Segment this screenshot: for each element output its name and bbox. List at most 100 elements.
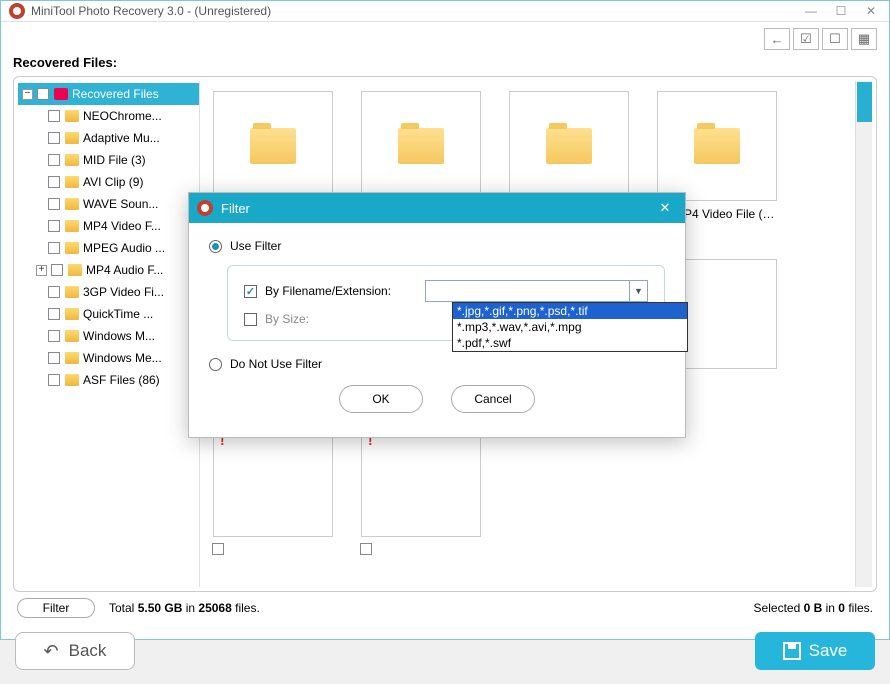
by-filename-checkbox[interactable] — [244, 285, 257, 298]
maximize-button[interactable]: ☐ — [827, 1, 855, 21]
tree-item[interactable]: AVI Clip (9) — [18, 171, 199, 193]
save-label: Save — [809, 641, 848, 661]
dropdown-option[interactable]: *.mp3,*.wav,*.avi,*.mpg — [453, 319, 687, 335]
collapse-icon[interactable]: − — [22, 89, 33, 100]
check-tool-button[interactable]: ☑ — [793, 28, 819, 50]
tree-checkbox[interactable] — [48, 220, 60, 232]
chevron-down-icon[interactable]: ▼ — [629, 281, 647, 301]
titlebar: MiniTool Photo Recovery 3.0 - (Unregiste… — [1, 1, 889, 22]
tree-checkbox[interactable] — [51, 264, 63, 276]
folder-icon — [65, 374, 79, 386]
tree-checkbox[interactable] — [48, 374, 60, 386]
tree-checkbox[interactable] — [48, 286, 60, 298]
tree-checkbox[interactable] — [48, 176, 60, 188]
folder-icon — [65, 220, 79, 232]
thumbnail-box — [213, 91, 333, 201]
folder-icon — [65, 176, 79, 188]
thumbnail-item[interactable]: ! — [206, 427, 340, 577]
tree-checkbox[interactable] — [37, 88, 49, 100]
use-filter-label: Use Filter — [230, 239, 281, 253]
view-tool-button[interactable]: ▦ — [851, 28, 877, 50]
thumbnail-box — [509, 91, 629, 201]
thumbnail-box: ! — [213, 427, 333, 537]
tree-checkbox[interactable] — [48, 154, 60, 166]
tree-item[interactable]: Windows M... — [18, 325, 199, 347]
dialog-icon — [197, 200, 213, 216]
tree-item[interactable]: Adaptive Mu... — [18, 127, 199, 149]
ok-button[interactable]: OK — [339, 385, 423, 413]
expand-icon[interactable]: + — [36, 265, 47, 276]
recovered-label: Recovered Files: — [13, 55, 117, 70]
tree-item[interactable]: MID File (3) — [18, 149, 199, 171]
cancel-button[interactable]: Cancel — [451, 385, 535, 413]
close-button[interactable]: ✕ — [857, 1, 885, 21]
tree-item-label: Windows Me... — [83, 351, 162, 365]
tree-root[interactable]: − Recovered Files — [18, 83, 199, 105]
footer: ↶ Back Save — [1, 624, 889, 684]
tree-item[interactable]: 3GP Video Fi... — [18, 281, 199, 303]
tree-checkbox[interactable] — [48, 242, 60, 254]
folder-icon — [65, 352, 79, 364]
recovered-icon — [54, 88, 68, 100]
dropdown-option[interactable]: *.jpg,*.gif,*.png,*.psd,*.tif — [453, 303, 687, 319]
tree-checkbox[interactable] — [48, 198, 60, 210]
filter-dialog: Filter ✕ Use Filter By Filename/Extensio… — [188, 192, 686, 438]
folder-icon — [65, 198, 79, 210]
status-selected: Selected 0 B in 0 files. — [754, 601, 873, 615]
toolbar: ← ☑ ☐ ▦ — [13, 28, 877, 50]
statusbar: Filter Total 5.50 GB in 25068 files. Sel… — [13, 592, 877, 624]
extension-dropdown: *.jpg,*.gif,*.png,*.psd,*.tif *.mp3,*.wa… — [452, 302, 688, 352]
file-tree[interactable]: − Recovered Files NEOChrome... Adaptive M… — [18, 81, 200, 587]
tree-item[interactable]: +MP4 Audio F... — [18, 259, 199, 281]
minimize-button[interactable]: — — [797, 1, 825, 21]
tree-checkbox[interactable] — [48, 330, 60, 342]
tree-checkbox[interactable] — [48, 132, 60, 144]
thumbnail-label: MP4 Video File (158) — [674, 207, 778, 221]
window-title: MiniTool Photo Recovery 3.0 - (Unregiste… — [31, 4, 797, 18]
do-not-use-label: Do Not Use Filter — [230, 357, 322, 371]
tree-item-label: NEOChrome... — [83, 109, 162, 123]
dialog-close-button[interactable]: ✕ — [653, 197, 677, 219]
tree-item-label: Adaptive Mu... — [83, 131, 160, 145]
back-tool-button[interactable]: ← — [764, 28, 790, 50]
thumbnail-checkbox[interactable] — [360, 543, 372, 555]
uncheck-tool-button[interactable]: ☐ — [822, 28, 848, 50]
filter-button[interactable]: Filter — [17, 598, 95, 618]
by-size-label: By Size: — [265, 312, 425, 326]
folder-icon — [65, 330, 79, 342]
folder-icon — [546, 128, 592, 164]
folder-icon — [65, 132, 79, 144]
tree-checkbox[interactable] — [48, 110, 60, 122]
tree-item[interactable]: QuickTime ... — [18, 303, 199, 325]
thumbnail-item[interactable]: ! — [354, 427, 488, 577]
tree-item-label: AVI Clip (9) — [83, 175, 143, 189]
tree-checkbox[interactable] — [48, 308, 60, 320]
back-arrow-icon: ↶ — [44, 641, 59, 662]
grid-scrollbar[interactable] — [855, 81, 872, 587]
thumbnail-checkbox[interactable] — [212, 543, 224, 555]
app-icon — [9, 3, 25, 19]
use-filter-radio[interactable]: Use Filter — [209, 239, 665, 253]
tree-item-label: Windows M... — [83, 329, 155, 343]
by-filename-label: By Filename/Extension: — [265, 284, 425, 298]
dialog-title: Filter — [221, 201, 250, 216]
tree-item[interactable]: NEOChrome... — [18, 105, 199, 127]
by-size-checkbox[interactable] — [244, 313, 257, 326]
filter-options-box: By Filename/Extension: ▼ *.jpg,*.gif,*.p… — [227, 265, 665, 341]
tree-item[interactable]: WAVE Soun... — [18, 193, 199, 215]
back-button[interactable]: ↶ Back — [15, 632, 135, 670]
do-not-use-filter-radio[interactable]: Do Not Use Filter — [209, 357, 665, 371]
tree-item[interactable]: MPEG Audio ... — [18, 237, 199, 259]
tree-item[interactable]: ASF Files (86) — [18, 369, 199, 391]
extension-combobox[interactable]: ▼ — [425, 280, 648, 302]
app-window: MiniTool Photo Recovery 3.0 - (Unregiste… — [0, 0, 890, 640]
tree-item-label: WAVE Soun... — [83, 197, 158, 211]
folder-icon — [65, 154, 79, 166]
tree-checkbox[interactable] — [48, 352, 60, 364]
dropdown-option[interactable]: *.pdf,*.swf — [453, 335, 687, 351]
tree-item[interactable]: MP4 Video F... — [18, 215, 199, 237]
tree-item[interactable]: Windows Me... — [18, 347, 199, 369]
tree-item-label: MID File (3) — [83, 153, 146, 167]
save-button[interactable]: Save — [755, 632, 875, 670]
tree-item-label: ASF Files (86) — [83, 373, 160, 387]
